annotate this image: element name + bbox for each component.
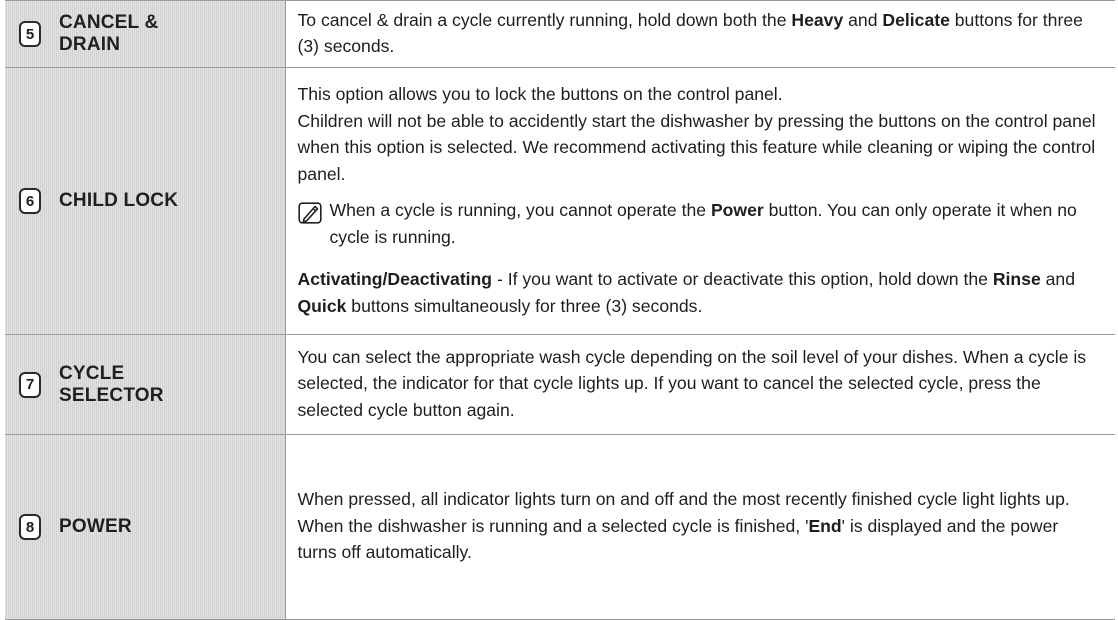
- manual-page: 5 CANCEL & DRAIN To cancel & drain a cyc…: [0, 0, 1118, 620]
- label-cell: 7 CYCLE SELECTOR: [5, 334, 286, 435]
- label-cell: 8 POWER: [5, 434, 286, 620]
- note: When a cycle is running, you cannot oper…: [297, 197, 1102, 250]
- note-text: When a cycle is running, you cannot oper…: [329, 200, 1077, 247]
- item-name: CHILD LOCK: [59, 190, 179, 211]
- description-cell: When pressed, all indicator lights turn …: [285, 434, 1115, 620]
- description-paragraph: Children will not be able to accidently …: [297, 110, 1096, 184]
- description-paragraph: To cancel & drain a cycle currently runn…: [297, 9, 1083, 57]
- description-paragraph: You can select the appropriate wash cycl…: [297, 346, 1087, 420]
- item-number-badge: 5: [19, 21, 41, 47]
- item-number-badge: 6: [19, 188, 41, 214]
- table-row: 6 CHILD LOCK This option allows you to l…: [5, 67, 1115, 335]
- description-paragraph: When the dishwasher is running and a sel…: [297, 515, 1059, 563]
- description-cell: To cancel & drain a cycle currently runn…: [285, 0, 1115, 68]
- item-number-badge: 8: [19, 514, 41, 540]
- label-cell: 6 CHILD LOCK: [5, 67, 286, 335]
- table-row: 5 CANCEL & DRAIN To cancel & drain a cyc…: [5, 0, 1115, 68]
- description-paragraph: When pressed, all indicator lights turn …: [297, 489, 1070, 510]
- label-cell: 5 CANCEL & DRAIN: [5, 0, 286, 68]
- description-paragraph: This option allows you to lock the butto…: [297, 84, 783, 104]
- item-number-badge: 7: [19, 371, 41, 398]
- item-name: POWER: [59, 516, 132, 537]
- table-row: 7 CYCLE SELECTOR You can select the appr…: [5, 334, 1115, 435]
- description-cell: You can select the appropriate wash cycl…: [285, 334, 1115, 435]
- note-pencil-icon: [297, 202, 322, 232]
- item-name: CYCLE SELECTOR: [59, 362, 164, 406]
- description-paragraph: Activating/Deactivating - If you want to…: [297, 269, 1075, 316]
- control-panel-table: 5 CANCEL & DRAIN To cancel & drain a cyc…: [5, 0, 1115, 620]
- table-row: 8 POWER When pressed, all indicator ligh…: [5, 434, 1115, 620]
- description-cell: This option allows you to lock the butto…: [285, 67, 1115, 335]
- item-name: CANCEL & DRAIN: [59, 12, 159, 55]
